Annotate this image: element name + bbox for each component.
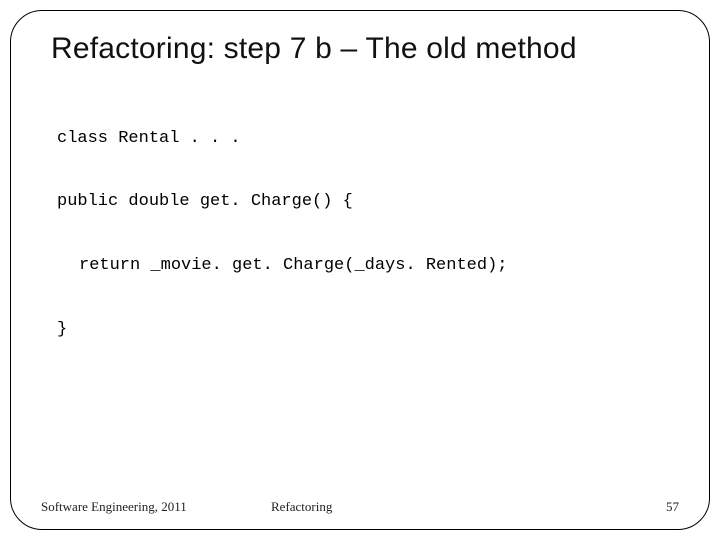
footer-topic: Refactoring xyxy=(271,499,332,515)
slide-footer: Software Engineering, 2011 Refactoring 5… xyxy=(41,499,679,515)
code-line-4: } xyxy=(57,319,679,340)
code-line-2: public double get. Charge() { xyxy=(57,191,679,212)
slide-title: Refactoring: step 7 b – The old method xyxy=(41,29,679,75)
code-line-3: return _movie. get. Charge(_days. Rented… xyxy=(57,255,679,276)
code-line-1: class Rental . . . xyxy=(57,128,679,149)
slide-frame: Refactoring: step 7 b – The old method c… xyxy=(10,10,710,530)
page-number: 57 xyxy=(666,499,679,515)
footer-course: Software Engineering, 2011 xyxy=(41,499,187,515)
code-block: class Rental . . . public double get. Ch… xyxy=(41,85,679,383)
